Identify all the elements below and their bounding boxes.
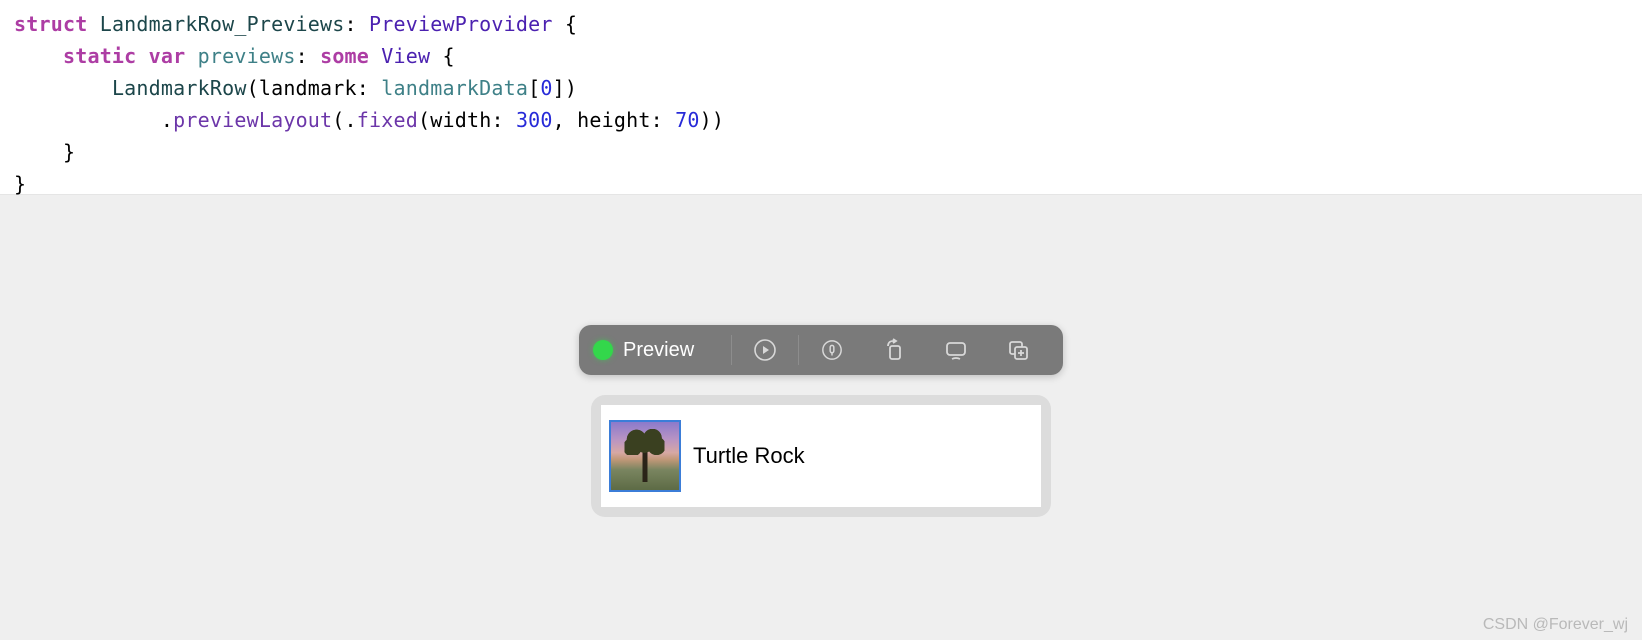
play-circle-icon	[753, 338, 777, 362]
code-line[interactable]: LandmarkRow(landmark: landmarkData[0])	[14, 72, 1628, 104]
preview-label: Preview	[623, 339, 694, 362]
duplicate-preview-button[interactable]	[987, 325, 1049, 375]
code-line[interactable]: struct LandmarkRow_Previews: PreviewProv…	[14, 8, 1628, 40]
code-line[interactable]: }	[14, 136, 1628, 168]
rotate-icon	[882, 338, 906, 362]
landmark-row: Turtle Rock	[601, 405, 1041, 507]
rotate-device-button[interactable]	[863, 325, 925, 375]
status-indicator-icon	[593, 340, 613, 360]
watermark: CSDN @Forever_wj	[1483, 616, 1628, 634]
code-line[interactable]: .previewLayout(.fixed(width: 300, height…	[14, 104, 1628, 136]
code-line[interactable]: static var previews: some View {	[14, 40, 1628, 72]
preview-toolbar: Preview	[579, 325, 1063, 375]
pin-circle-icon	[821, 339, 843, 361]
display-icon	[944, 338, 968, 362]
live-preview-button[interactable]	[734, 325, 796, 375]
landmark-name-label: Turtle Rock	[693, 443, 805, 469]
landmark-thumbnail[interactable]	[609, 420, 681, 492]
preview-canvas: Preview	[0, 195, 1642, 640]
preview-device-frame[interactable]: Turtle Rock	[591, 395, 1051, 517]
device-settings-button[interactable]	[925, 325, 987, 375]
pin-preview-button[interactable]	[801, 325, 863, 375]
code-editor[interactable]: struct LandmarkRow_Previews: PreviewProv…	[0, 0, 1642, 195]
duplicate-icon	[1006, 338, 1030, 362]
